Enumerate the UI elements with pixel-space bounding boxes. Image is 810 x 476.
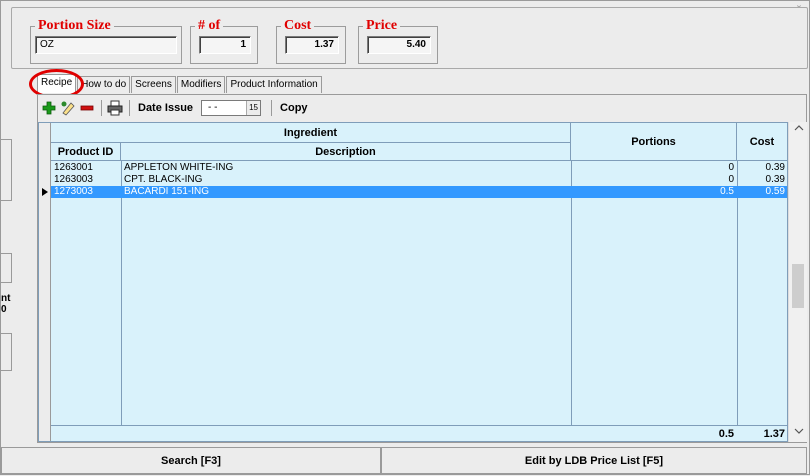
bottom-button-bar: Search [F3] Edit by LDB Price List [F5] xyxy=(1,447,810,476)
portions-cell: 0 xyxy=(728,162,734,173)
product-summary-panel: Portion Size OZ # of 1 Cost 1.37 Price 5… xyxy=(11,7,808,69)
column-header-portions[interactable]: Portions xyxy=(571,123,737,161)
left-panel-text: nt xyxy=(1,293,11,304)
ingredient-group-header: Ingredient xyxy=(51,123,571,143)
edit-icon[interactable] xyxy=(59,100,76,117)
recipe-window: x Portion Size OZ # of 1 Cost 1.37 Price… xyxy=(0,0,810,475)
tab-recipe[interactable]: Recipe xyxy=(37,74,77,93)
count-title: # of xyxy=(195,18,224,34)
column-divider xyxy=(737,161,738,441)
row-indicator-column xyxy=(39,123,51,441)
column-header-cost[interactable]: Cost xyxy=(737,123,787,161)
scroll-down-icon[interactable] xyxy=(789,427,808,438)
column-header-product-id[interactable]: Product ID xyxy=(51,143,121,161)
product-id-cell: 1263001 xyxy=(54,162,93,173)
portion-size-field[interactable]: OZ xyxy=(35,36,177,54)
toolbar-separator xyxy=(271,100,273,116)
portion-size-group: Portion Size OZ xyxy=(30,18,182,64)
date-issue-field[interactable]: - - 15 xyxy=(201,100,262,116)
toolbar-separator xyxy=(129,100,130,116)
tab-how-to-do[interactable]: How to do xyxy=(77,76,131,93)
scroll-up-icon[interactable] xyxy=(789,124,808,135)
calendar-icon[interactable]: 15 xyxy=(246,101,261,115)
left-panel-box xyxy=(1,139,12,201)
total-cost: 1.37 xyxy=(763,428,785,440)
column-divider xyxy=(121,161,122,441)
scroll-thumb[interactable] xyxy=(792,264,804,308)
vertical-scrollbar[interactable] xyxy=(788,122,807,442)
total-portions: 0.5 xyxy=(718,428,734,440)
left-panel-box xyxy=(1,333,12,371)
tab-bar: Recipe How to do Screens Modifiers Produ… xyxy=(37,74,323,94)
cost-cell: 0.39 xyxy=(765,174,785,185)
price-field[interactable]: 5.40 xyxy=(367,36,431,54)
portion-size-title: Portion Size xyxy=(35,18,114,34)
count-group: # of 1 xyxy=(190,18,258,64)
date-issue-label: Date Issue xyxy=(138,102,194,114)
ingredient-grid: Ingredient Product ID Description Portio… xyxy=(38,122,788,442)
description-cell: APPLETON WHITE-ING xyxy=(124,162,234,173)
price-group: Price 5.40 xyxy=(358,18,438,64)
row-pointer-icon xyxy=(41,187,49,200)
recipe-toolbar: Date Issue - - 15 Copy xyxy=(40,98,316,118)
toolbar-separator xyxy=(101,100,102,116)
add-icon[interactable] xyxy=(40,100,57,117)
portions-cell: 0 xyxy=(728,174,734,185)
remove-icon[interactable] xyxy=(78,100,95,117)
cost-title: Cost xyxy=(281,18,315,34)
description-cell: CPT. BLACK-ING xyxy=(124,174,203,185)
product-id-cell: 1263003 xyxy=(54,174,93,185)
date-issue-value: - - xyxy=(208,102,218,113)
product-id-cell: 1273003 xyxy=(54,186,93,197)
left-panel-box xyxy=(1,253,12,283)
cost-cell: 0.59 xyxy=(765,186,785,197)
edit-by-ldb-price-list-button[interactable]: Edit by LDB Price List [F5] xyxy=(381,447,807,474)
cost-field: 1.37 xyxy=(285,36,339,54)
tab-modifiers[interactable]: Modifiers xyxy=(176,76,226,93)
left-panel-strip: nt 0 xyxy=(1,71,13,443)
cost-cell: 0.39 xyxy=(765,162,785,173)
price-title: Price xyxy=(363,18,401,34)
description-cell: BACARDI 151-ING xyxy=(124,186,210,197)
portions-cell: 0.5 xyxy=(720,186,734,197)
left-panel-text: 0 xyxy=(1,304,7,315)
column-header-description[interactable]: Description xyxy=(121,143,571,161)
cost-group: Cost 1.37 xyxy=(276,18,346,64)
print-icon[interactable] xyxy=(106,100,123,117)
tab-product-information[interactable]: Product Information xyxy=(226,76,322,93)
tab-screens[interactable]: Screens xyxy=(131,76,176,93)
copy-button[interactable]: Copy xyxy=(280,102,308,114)
search-button[interactable]: Search [F3] xyxy=(1,447,381,474)
column-divider xyxy=(571,161,572,441)
count-field[interactable]: 1 xyxy=(199,36,251,54)
